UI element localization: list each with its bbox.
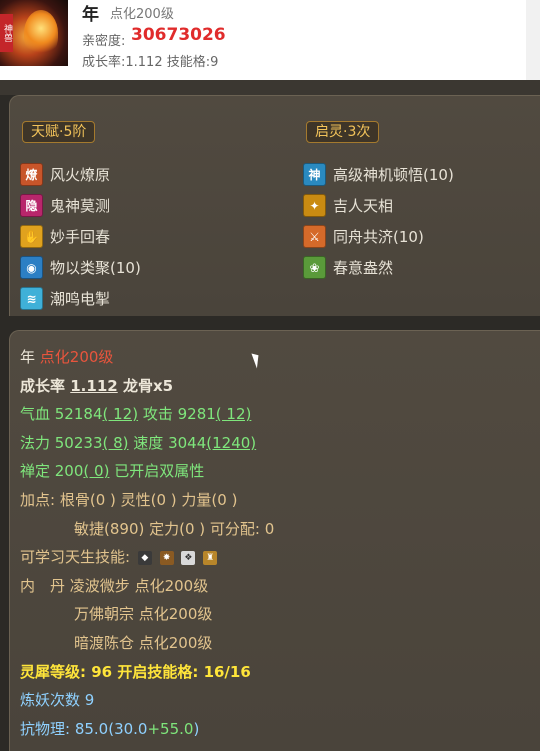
talent-skill-label: 鬼神莫测 — [50, 197, 111, 215]
talent-skill-label: 物以类聚(10) — [50, 259, 141, 277]
awaken-skill[interactable]: ✦ 吉人天相 — [303, 190, 454, 221]
resist-row: 抗物理: 85.0(30.0+55.0) — [20, 715, 274, 744]
inner-core-row-1: 内 丹 凌波微步 点化200级 — [20, 572, 274, 601]
learnable-skill-icon[interactable]: ❖ — [181, 550, 196, 565]
growth-label: 成长率 — [20, 376, 66, 395]
insight-icon: 神 — [303, 163, 326, 186]
hp-attack-row: 气血 52184( 12) 攻击 9281( 12) — [20, 400, 274, 429]
talent-skill-label: 风火燎原 — [50, 166, 111, 184]
scrollbar[interactable] — [526, 0, 540, 80]
dual-attr-status: 已开启双属性 — [114, 462, 205, 481]
talent-skill-list: 燎 风火燎原 隐 鬼神莫测 ✋ 妙手回春 ◉ 物以类聚(10) ≋ 潮鸣电掣 — [20, 159, 141, 314]
points-line-1: 根骨(0 ) 灵性(0 ) 力量(0 ) — [59, 490, 238, 509]
fortune-icon: ✦ — [303, 194, 326, 217]
awaken-skill[interactable]: ❀ 春意盎然 — [303, 252, 454, 283]
awaken-skill-label: 高级神机顿悟(10) — [333, 166, 454, 184]
orb-icon: ◉ — [20, 256, 43, 279]
intimacy-value: 30673026 — [131, 25, 226, 45]
talent-skill[interactable]: 隐 鬼神莫测 — [20, 190, 141, 221]
talent-skill-label: 潮鸣电掣 — [50, 290, 111, 308]
learnable-label: 可学习天生技能: — [20, 548, 131, 567]
learnable-row: 可学习天生技能: ◆ ✸ ❖ ♜ — [20, 543, 274, 572]
resist-label: 抗物理: — [20, 719, 75, 738]
stats-name-row: 年 点化200级 — [20, 343, 274, 372]
speed-bonus: (1240) — [206, 433, 257, 452]
talent-skill[interactable]: ≋ 潮鸣电掣 — [20, 283, 141, 314]
points-row-2: 敏捷(890) 定力(0 ) 可分配: 0 — [20, 515, 274, 544]
mp-value: 法力 50233 — [20, 433, 103, 452]
stats-pet-name: 年 — [20, 348, 36, 366]
points-label: 加点: — [20, 490, 56, 509]
talent-skill-label: 妙手回春 — [50, 228, 111, 246]
zen-value: 禅定 200 — [20, 462, 84, 481]
spirit-label: 灵犀等级: — [20, 662, 92, 681]
spirit-value: 96 — [91, 662, 113, 681]
boat-icon: ⚔ — [303, 225, 326, 248]
heal-icon: ✋ — [20, 225, 43, 248]
learnable-skill-icon[interactable]: ✸ — [159, 550, 174, 565]
points-line-2: 敏捷(890) 定力(0 ) 可分配: 0 — [74, 519, 275, 538]
awaken-skill-list: 神 高级神机顿悟(10) ✦ 吉人天相 ⚔ 同舟共济(10) ❀ 春意盎然 — [303, 159, 454, 283]
growth-row: 成长率 1.112 龙骨x5 — [20, 372, 274, 401]
mp-speed-row: 法力 50233( 8) 速度 3044(1240) — [20, 429, 274, 458]
mp-bonus: ( 8) — [102, 433, 129, 452]
inner-core-label: 内 丹 — [20, 576, 66, 595]
awaken-skill-label: 春意盎然 — [333, 259, 394, 277]
divine-beast-tag: 神兽 — [0, 14, 13, 52]
spring-icon: ❀ — [303, 256, 326, 279]
divider-strip — [0, 80, 540, 95]
stats-list: 年 点化200级 成长率 1.112 龙骨x5 气血 52184( 12) 攻击… — [20, 343, 274, 743]
slots-value: 16/16 — [203, 662, 251, 681]
pet-header: 神兽 年 点化200级 亲密度: 30673026 成长率:1.112 技能格:… — [0, 0, 540, 80]
awaken-title: 启灵·3次 — [306, 121, 380, 143]
stats-panel: 年 点化200级 成长率 1.112 龙骨x5 气血 52184( 12) 攻击… — [9, 330, 540, 751]
attack-bonus: ( 12) — [215, 405, 252, 424]
talent-skill[interactable]: 燎 风火燎原 — [20, 159, 141, 190]
hidden-icon: 隐 — [20, 194, 43, 217]
learnable-skill-icon[interactable]: ◆ — [137, 550, 152, 565]
talent-panel: 天赋·5阶 启灵·3次 燎 风火燎原 隐 鬼神莫测 ✋ 妙手回春 ◉ 物以类聚(… — [9, 95, 540, 316]
speed-value: 速度 3044 — [133, 433, 207, 452]
resist-value: 85.0(30.0 — [74, 719, 148, 738]
resist-plus: +55.0 — [147, 719, 194, 738]
learnable-skill-icon[interactable]: ♜ — [203, 550, 218, 565]
lightning-icon: ≋ — [20, 287, 43, 310]
inner-core-row-3: 暗渡陈仓 点化200级 — [20, 629, 274, 658]
hp-bonus: ( 12) — [102, 405, 139, 424]
inner-core-1: 凌波微步 点化200级 — [69, 576, 209, 595]
pet-level: 点化200级 — [110, 7, 174, 22]
refine-count: 炼妖次数 9 — [20, 691, 95, 710]
intimacy-label: 亲密度: — [82, 34, 126, 49]
zen-row: 禅定 200( 0) 已开启双属性 — [20, 457, 274, 486]
inner-core-3: 暗渡陈仓 点化200级 — [74, 633, 213, 652]
awaken-skill-label: 同舟共济(10) — [333, 228, 424, 246]
zen-bonus: ( 0) — [83, 462, 110, 481]
points-row-1: 加点: 根骨(0 ) 灵性(0 ) 力量(0 ) — [20, 486, 274, 515]
stats-pet-level: 点化200级 — [39, 348, 114, 366]
slots-label: 开启技能格: — [112, 662, 204, 681]
talent-skill[interactable]: ◉ 物以类聚(10) — [20, 252, 141, 283]
growth-summary: 成长率:1.112 技能格:9 — [82, 55, 219, 70]
awaken-skill[interactable]: ⚔ 同舟共济(10) — [303, 221, 454, 252]
spirit-row: 灵犀等级: 96 开启技能格: 16/16 — [20, 658, 274, 687]
growth-value: 1.112 — [70, 376, 118, 395]
talent-skill[interactable]: ✋ 妙手回春 — [20, 221, 141, 252]
inner-core-2: 万佛朝宗 点化200级 — [74, 605, 213, 624]
attack-value: 攻击 9281 — [142, 405, 216, 424]
awaken-skill-label: 吉人天相 — [333, 197, 394, 215]
pet-name: 年 — [82, 5, 99, 25]
fire-icon: 燎 — [20, 163, 43, 186]
awaken-skill[interactable]: 神 高级神机顿悟(10) — [303, 159, 454, 190]
inner-core-row-2: 万佛朝宗 点化200级 — [20, 600, 274, 629]
pet-avatar[interactable]: 神兽 — [0, 0, 68, 66]
dragon-bone: 龙骨x5 — [122, 376, 174, 395]
hp-value: 气血 52184 — [20, 405, 103, 424]
avatar-flame-icon — [24, 10, 58, 56]
refine-row: 炼妖次数 9 — [20, 686, 274, 715]
talent-title: 天赋·5阶 — [22, 121, 96, 143]
resist-close: ) — [193, 719, 200, 738]
